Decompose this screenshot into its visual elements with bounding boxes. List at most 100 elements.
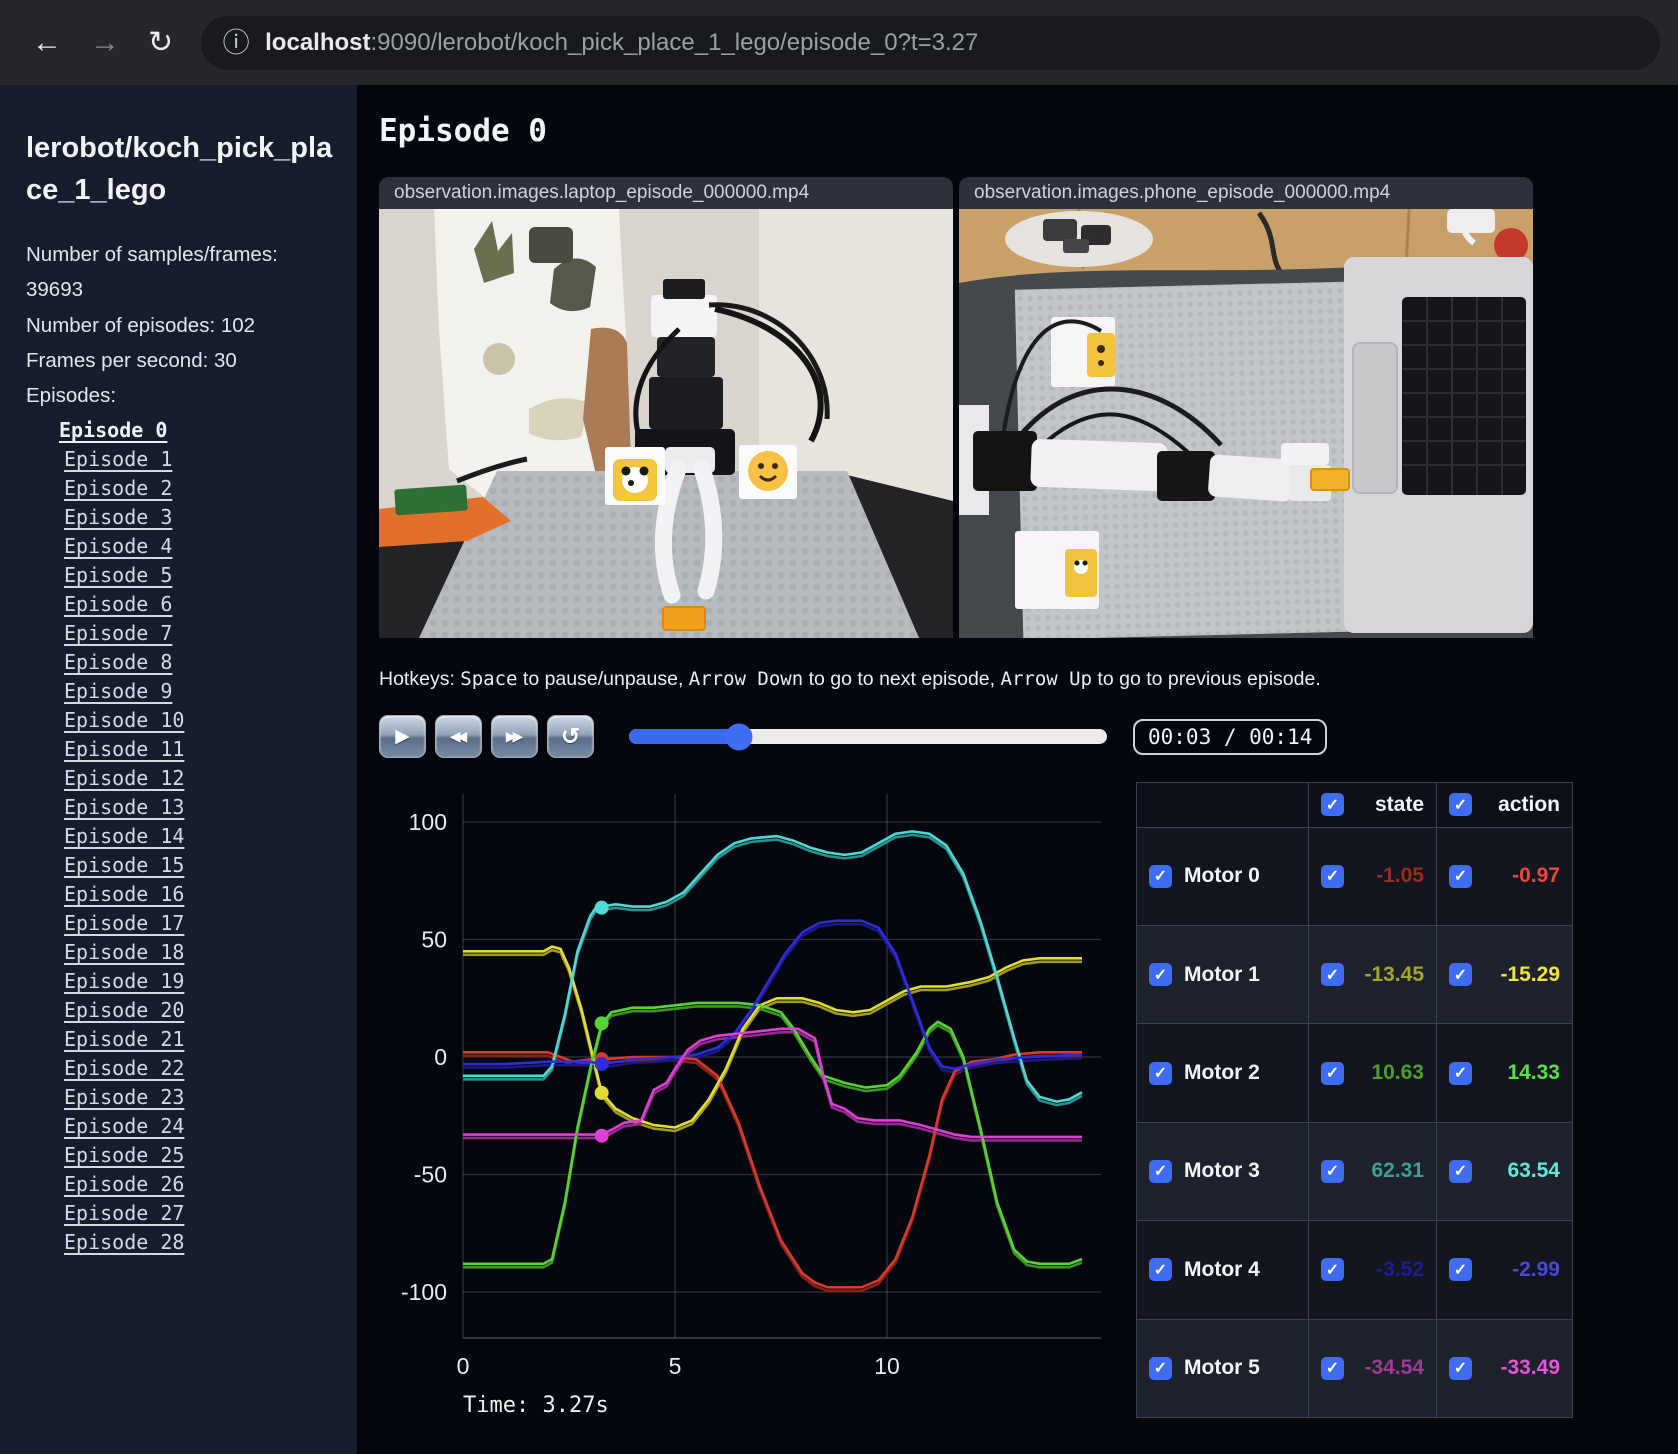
time-display: 00:03 / 00:14 (1133, 718, 1328, 755)
checkbox[interactable]: ✓ (1449, 1258, 1472, 1282)
reload-icon[interactable]: ↻ (148, 25, 173, 60)
laptop-video[interactable]: observation.images.laptop_episode_000000… (379, 177, 953, 638)
svg-text:-100: -100 (401, 1279, 447, 1305)
episode-link-7[interactable]: Episode 7 (64, 621, 172, 645)
episode-link-14[interactable]: Episode 14 (64, 824, 184, 848)
svg-text:10: 10 (874, 1353, 900, 1379)
dataset-title: lerobot/koch_pick_place_1_lego (26, 132, 333, 207)
hotkey-text: to pause/unpause, (517, 668, 689, 690)
play-button[interactable]: ▶ (379, 715, 426, 758)
svg-text:0: 0 (457, 1353, 470, 1379)
url-text[interactable]: localhost:9090/lerobot/koch_pick_place_1… (265, 29, 978, 57)
hotkey-key: Space (460, 668, 518, 690)
checkbox[interactable]: ✓ (1321, 1159, 1344, 1183)
episode-link-3[interactable]: Episode 3 (64, 505, 172, 529)
hotkey-text: to go to next episode, (803, 668, 1001, 690)
rewind-icon: ◀◀ (449, 728, 467, 744)
address-bar[interactable]: ⓘ localhost:9090/lerobot/koch_pick_place… (201, 15, 1660, 70)
motor-chart[interactable]: 100 50 0 -50 -100 0 5 10 Time: 3.27s (379, 782, 1114, 1418)
checkbox[interactable]: ✓ (1149, 963, 1172, 987)
episode-link-5[interactable]: Episode 5 (64, 563, 172, 587)
seek-slider[interactable] (629, 723, 1107, 750)
checkbox[interactable]: ✓ (1149, 864, 1172, 888)
motor-name: Motor 3 (1184, 1159, 1260, 1183)
checkbox[interactable]: ✓ (1449, 793, 1472, 817)
episode-link-19[interactable]: Episode 19 (64, 969, 184, 993)
seek-slider-thumb[interactable] (725, 723, 753, 750)
episode-link-27[interactable]: Episode 27 (64, 1201, 184, 1225)
episode-link-18[interactable]: Episode 18 (64, 940, 184, 964)
dataset-info: Number of samples/frames: 39693 Number of… (26, 243, 278, 408)
checkbox[interactable]: ✓ (1321, 1061, 1344, 1085)
checkbox[interactable]: ✓ (1321, 864, 1344, 888)
servo (1157, 451, 1215, 501)
motor-name: Motor 5 (1184, 1356, 1260, 1380)
episode-link-10[interactable]: Episode 10 (64, 708, 184, 732)
seek-slider-fill (629, 729, 739, 744)
episode-link-26[interactable]: Episode 26 (64, 1172, 184, 1196)
action-value: 63.54 (1507, 1159, 1560, 1183)
video-row: observation.images.laptop_episode_000000… (379, 177, 1678, 638)
episode-link-15[interactable]: Episode 15 (64, 853, 184, 877)
gripper (1281, 443, 1329, 465)
loop-icon: ↺ (560, 723, 581, 749)
episode-link-20[interactable]: Episode 20 (64, 998, 184, 1022)
yellow-lego-brick (1310, 468, 1350, 491)
playback-controls: ▶ ◀◀ ▶▶ ↺ 00:03 / 00:14 (379, 715, 1678, 758)
episode-link-22[interactable]: Episode 22 (64, 1056, 184, 1080)
episode-link-23[interactable]: Episode 23 (64, 1085, 184, 1109)
episode-link-0[interactable]: Episode 0 (59, 418, 167, 442)
action-value: -15.29 (1500, 962, 1560, 986)
svg-text:0: 0 (434, 1044, 447, 1070)
episode-link-9[interactable]: Episode 9 (64, 679, 172, 703)
motor-name: Motor 1 (1184, 962, 1260, 986)
svg-text:100: 100 (409, 809, 447, 835)
episode-link-8[interactable]: Episode 8 (64, 650, 172, 674)
checkbox[interactable]: ✓ (1321, 793, 1344, 817)
checkbox[interactable]: ✓ (1149, 1356, 1172, 1380)
episode-link-4[interactable]: Episode 4 (64, 534, 172, 558)
episode-link-6[interactable]: Episode 6 (64, 592, 172, 616)
site-info-icon[interactable]: ⓘ (221, 28, 251, 58)
episode-link-25[interactable]: Episode 25 (64, 1143, 184, 1167)
checkbox[interactable]: ✓ (1149, 1258, 1172, 1282)
episode-link-13[interactable]: Episode 13 (64, 795, 184, 819)
episode-link-24[interactable]: Episode 24 (64, 1114, 184, 1138)
episode-link-1[interactable]: Episode 1 (64, 447, 172, 471)
red-object (1494, 228, 1528, 262)
panda-box (605, 447, 665, 505)
checkbox[interactable]: ✓ (1321, 1356, 1344, 1380)
episode-link-12[interactable]: Episode 12 (64, 766, 184, 790)
laptop-camera-scene (379, 209, 953, 638)
checkbox[interactable]: ✓ (1449, 1159, 1472, 1183)
episode-link-17[interactable]: Episode 17 (64, 911, 184, 935)
state-value: -34.54 (1364, 1356, 1424, 1380)
loop-button[interactable]: ↺ (547, 715, 594, 758)
fast-forward-button[interactable]: ▶▶ (491, 715, 538, 758)
hotkey-key: Arrow Down (688, 668, 804, 690)
checkbox[interactable]: ✓ (1149, 1061, 1172, 1085)
motor-chart-svg: 100 50 0 -50 -100 0 5 10 (401, 794, 1101, 1379)
episode-link-28[interactable]: Episode 28 (64, 1230, 184, 1254)
forward-icon[interactable]: → (90, 26, 120, 60)
checkbox[interactable]: ✓ (1449, 1356, 1472, 1380)
checkbox[interactable]: ✓ (1149, 1159, 1172, 1183)
action-value: -2.99 (1512, 1257, 1560, 1281)
arm-link (1030, 438, 1168, 492)
episode-link-11[interactable]: Episode 11 (64, 737, 184, 761)
phone-video[interactable]: observation.images.phone_episode_000000.… (959, 177, 1533, 638)
state-value: -3.52 (1376, 1257, 1424, 1281)
checkbox[interactable]: ✓ (1449, 864, 1472, 888)
checkbox[interactable]: ✓ (1449, 963, 1472, 987)
url-path: :9090/lerobot/koch_pick_place_1_lego/epi… (370, 28, 979, 56)
chart-time-label: Time: 3.27s (463, 1393, 609, 1418)
checkbox[interactable]: ✓ (1321, 1258, 1344, 1282)
orange-lego-brick (662, 606, 706, 631)
checkbox[interactable]: ✓ (1449, 1061, 1472, 1085)
checkbox[interactable]: ✓ (1321, 963, 1344, 987)
rewind-button[interactable]: ◀◀ (435, 715, 482, 758)
episode-link-21[interactable]: Episode 21 (64, 1027, 184, 1051)
episode-link-2[interactable]: Episode 2 (64, 476, 172, 500)
back-icon[interactable]: ← (32, 26, 62, 60)
episode-link-16[interactable]: Episode 16 (64, 882, 184, 906)
